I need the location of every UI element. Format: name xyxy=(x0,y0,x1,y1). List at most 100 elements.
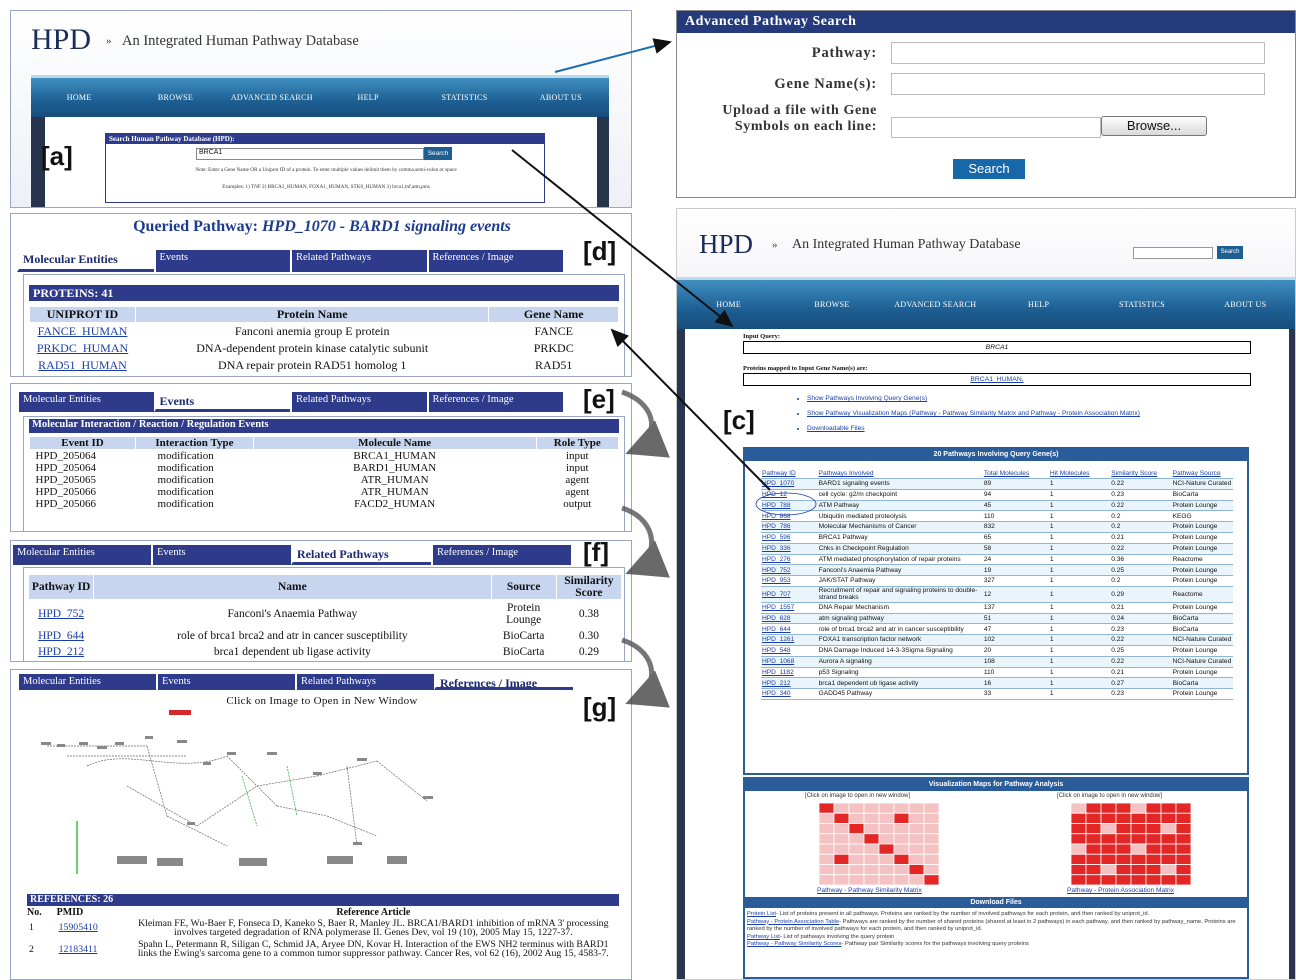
pathway-tabs: Molecular Entities Events Related Pathways… xyxy=(11,545,571,565)
pathway-cell[interactable]: HPD_1182 xyxy=(761,667,818,679)
pathway-cell[interactable]: HPD_336 xyxy=(761,543,818,555)
similarity-matrix-image[interactable] xyxy=(819,803,939,885)
tab-molecular-entities[interactable]: Molecular Entities xyxy=(17,674,156,690)
result-link[interactable]: Show Pathway Visualization Maps (Pathway… xyxy=(807,410,1140,417)
pathway-cell: Molecular Mechanisms of Cancer xyxy=(817,521,983,533)
pathway-cell[interactable]: HPD_628 xyxy=(761,613,818,625)
tab-references-image[interactable]: References / Image xyxy=(426,250,563,272)
mapped-protein-link[interactable]: BRCA1_HUMAN, xyxy=(970,376,1023,383)
tab-events[interactable]: Events xyxy=(153,392,290,412)
gene-names-input[interactable] xyxy=(891,73,1265,95)
reference-cell[interactable]: 15905410 xyxy=(57,918,128,939)
pathway-cell[interactable]: HPD_596 xyxy=(761,532,818,544)
nav-help[interactable]: HELP xyxy=(320,93,416,102)
nav-home[interactable]: HOME xyxy=(31,93,127,102)
pathway-cell[interactable]: HPD_1068 xyxy=(761,656,818,668)
nav-home[interactable]: HOME xyxy=(677,300,780,309)
col-header[interactable]: Pathway Source xyxy=(1171,469,1233,479)
pathway-cell[interactable]: HPD_340 xyxy=(761,688,818,700)
nav-browse[interactable]: BROWSE xyxy=(780,300,883,309)
pathway-cell[interactable]: HPD_1070 xyxy=(761,478,818,490)
tab-molecular-entities[interactable]: Molecular Entities xyxy=(17,392,154,412)
nav-statistics[interactable]: STATISTICS xyxy=(416,93,512,102)
pathway-cell[interactable]: HPD_953 xyxy=(761,575,818,587)
heatmap-cell xyxy=(923,853,939,865)
table-cell[interactable]: HPD_212 xyxy=(29,644,94,660)
tab-references-image[interactable]: References / Image xyxy=(431,545,571,565)
upload-label: Upload a file with Gene Symbols on each … xyxy=(722,103,877,134)
tab-molecular-entities[interactable]: Molecular Entities xyxy=(17,250,154,272)
table-row: HPD_205066 modification FACD2_HUMAN output xyxy=(30,498,619,510)
search-input[interactable]: BRCA1 xyxy=(196,148,424,160)
nav-browse[interactable]: BROWSE xyxy=(127,93,223,102)
pathway-cell[interactable]: HPD_548 xyxy=(761,645,818,657)
pathway-cell[interactable]: HPD_1261 xyxy=(761,634,818,646)
download-link[interactable]: Pathway - Pathway Similarity Scores xyxy=(747,941,841,947)
pathway-cell: Protein Lounge xyxy=(1171,564,1233,577)
table-cell[interactable]: RAD51_HUMAN xyxy=(30,357,136,374)
pathway-cell[interactable]: HPD_707 xyxy=(761,586,818,603)
pathway-cell[interactable]: HPD_276 xyxy=(761,554,818,566)
tab-related-pathways[interactable]: Related Pathways xyxy=(290,392,427,412)
quick-search-button[interactable]: Search xyxy=(1217,246,1243,259)
tab-references-image[interactable]: References / Image xyxy=(434,674,573,690)
browse-button[interactable]: Browse... xyxy=(1101,116,1207,136)
table-cell[interactable]: HPD_644 xyxy=(29,628,94,644)
pathway-cell[interactable]: HPD_752 xyxy=(761,564,818,577)
col-header[interactable]: Total Molecules xyxy=(982,469,1049,479)
result-link[interactable]: Downloadable Files xyxy=(807,425,865,432)
pathway-cell: Protein Lounge xyxy=(1171,521,1233,533)
search-button[interactable]: Search xyxy=(424,147,452,160)
pathway-input[interactable] xyxy=(891,42,1265,64)
download-link[interactable]: Pathway - Protein Association Table xyxy=(747,919,839,925)
nav-help[interactable]: HELP xyxy=(987,300,1090,309)
pathway-cell[interactable]: HPD_868 xyxy=(761,510,818,523)
tab-events[interactable]: Events xyxy=(156,674,295,690)
table-cell[interactable]: PRKDC_HUMAN xyxy=(30,340,136,357)
pathway-cell[interactable]: HPD_644 xyxy=(761,623,818,636)
tab-related-pathways[interactable]: Related Pathways xyxy=(290,250,427,272)
nav-statistics[interactable]: STATISTICS xyxy=(1090,300,1193,309)
association-matrix-image[interactable] xyxy=(1071,803,1191,885)
col-header[interactable]: Pathways Involved xyxy=(817,469,983,479)
tab-references-image[interactable]: References / Image xyxy=(426,392,563,412)
pathway-row: HPD_788 ATM Pathway 45 1 0.22 Protein Lounge xyxy=(761,500,1233,512)
reference-cell[interactable]: 12183411 xyxy=(57,939,128,960)
col-header: PMID xyxy=(56,907,84,918)
nav-about-us[interactable]: ABOUT US xyxy=(1194,300,1295,309)
download-link[interactable]: Pathway List xyxy=(747,934,780,940)
pathway-cell: 1 xyxy=(1048,677,1111,690)
pathway-cell[interactable]: HPD_786 xyxy=(761,521,818,533)
nav-advanced-search[interactable]: ADVANCED SEARCH xyxy=(884,300,987,309)
heatmap-cell xyxy=(908,823,925,835)
tab-events[interactable]: Events xyxy=(153,250,290,272)
brand-logo[interactable]: HPD xyxy=(31,23,91,57)
nav-advanced-search[interactable]: ADVANCED SEARCH xyxy=(224,93,320,102)
pathway-cell[interactable]: HPD_12 xyxy=(761,489,818,501)
col-header[interactable]: Pathway ID xyxy=(761,469,818,479)
brand-logo[interactable]: HPD xyxy=(699,229,753,260)
pathway-cell[interactable]: HPD_788 xyxy=(761,500,818,512)
result-link[interactable]: Show Pathways Involving Query Gene(s) xyxy=(807,395,927,402)
table-cell: BRCA1_HUMAN xyxy=(353,450,436,462)
col-header[interactable]: Similarity Score xyxy=(1110,469,1172,479)
col-header[interactable]: Hit Molecules xyxy=(1048,469,1111,479)
pathway-cell[interactable]: HPD_212 xyxy=(761,677,818,690)
table-cell[interactable]: FANCE_HUMAN xyxy=(30,323,136,341)
tab-related-pathways[interactable]: Related Pathways xyxy=(295,674,434,690)
heatmap-cell xyxy=(1145,823,1162,835)
pathway-cell[interactable]: HPD_1557 xyxy=(761,602,818,614)
heatmap-cell xyxy=(923,812,939,824)
association-matrix-link[interactable]: Pathway - Protein Association Matrix xyxy=(1067,887,1174,894)
nav-about-us[interactable]: ABOUT US xyxy=(513,93,609,102)
quick-search-input[interactable] xyxy=(1133,247,1213,259)
tab-related-pathways[interactable]: Related Pathways xyxy=(291,545,431,565)
advanced-search-button[interactable]: Search xyxy=(953,159,1025,179)
download-link[interactable]: Protein List xyxy=(747,911,776,917)
similarity-matrix-link[interactable]: Pathway - Pathway Similarity Matrix xyxy=(817,887,922,894)
tab-events[interactable]: Events xyxy=(151,545,291,565)
upload-file-path[interactable] xyxy=(891,117,1101,138)
tab-molecular-entities[interactable]: Molecular Entities xyxy=(11,545,151,565)
pathway-diagram-image[interactable] xyxy=(27,706,567,886)
table-cell[interactable]: HPD_752 xyxy=(29,600,94,629)
